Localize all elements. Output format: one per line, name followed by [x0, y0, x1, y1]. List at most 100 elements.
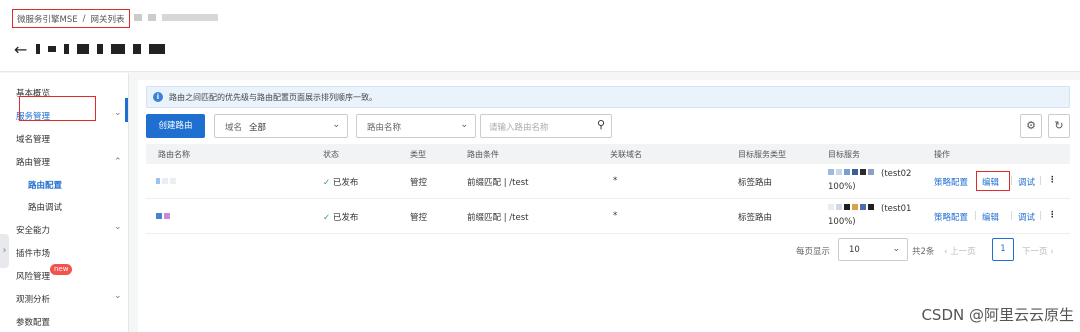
target-service-weight: 100%): [828, 182, 856, 192]
chevron-down-icon[interactable]: ⌄: [114, 108, 122, 118]
status-cell: ✓ 已发布: [323, 176, 358, 188]
domain-select[interactable]: 域名 全部 ⌄: [214, 114, 348, 138]
column-header: 路由条件: [467, 150, 499, 159]
info-icon: i: [153, 92, 163, 102]
column-header: 关联域名: [610, 150, 642, 159]
per-page-value: 10: [849, 245, 860, 255]
sidebar-item-domain-management[interactable]: 域名管理: [16, 133, 50, 145]
toolbar: 创建路由 域名 全部 ⌄ 路由名称 ⌄ 请输入路由名称 ⚲ ⚙ ↻: [146, 114, 1070, 138]
more-icon[interactable]: ⋮: [1048, 210, 1057, 220]
active-indicator: [125, 98, 128, 122]
chevron-down-icon[interactable]: ⌄: [114, 291, 122, 301]
condition-cell: 前缀匹配 | /test: [467, 178, 529, 188]
sidebar-item-route-config[interactable]: 路由配置: [28, 179, 62, 191]
search-input[interactable]: 请输入路由名称 ⚲: [480, 114, 612, 138]
breadcrumb-separator: /: [82, 13, 86, 24]
target-service-redacted: [828, 204, 874, 210]
per-page-select[interactable]: 10 ⌄: [838, 238, 908, 261]
condition-cell: 前缀匹配 | /test: [467, 213, 529, 223]
target-service-suffix: (test02: [881, 169, 912, 179]
edit-link[interactable]: 编辑: [982, 211, 999, 223]
action-divider: |: [1039, 176, 1042, 186]
search-icon[interactable]: ⚲: [597, 118, 605, 131]
target-service-weight: 100%): [828, 217, 856, 227]
table-row: ✓ 已发布 管控 前缀匹配 | /test * 标签路由 (test02 100…: [146, 164, 1070, 199]
column-header: 目标服务: [828, 150, 860, 159]
chevron-down-icon: ⌄: [892, 244, 900, 254]
notice-text: 路由之间匹配的优先级与路由配置页面展示排列顺序一致。: [169, 93, 377, 102]
page-title-redacted: [36, 40, 246, 58]
sidebar-item-observability[interactable]: 观测分析: [16, 293, 50, 305]
column-header: 目标服务类型: [738, 150, 786, 159]
info-notice: i 路由之间匹配的优先级与路由配置页面展示排列顺序一致。: [146, 86, 1070, 108]
page-header: 微服务引擎MSE / 网关列表 ←: [0, 0, 1080, 72]
chevron-down-icon: ⌄: [332, 120, 340, 130]
next-page-button[interactable]: 下一页 ›: [1022, 245, 1054, 257]
domain-cell: *: [613, 176, 618, 186]
sidebar-item-plugin-market[interactable]: 插件市场: [16, 247, 50, 259]
column-header: 类型: [410, 150, 426, 159]
sidebar-item-risk-management[interactable]: 风险管理: [16, 270, 50, 282]
column-header: 状态: [323, 150, 339, 159]
per-page-label: 每页显示: [796, 247, 831, 257]
route-name-redacted[interactable]: [156, 178, 176, 184]
sidebar-item-route-management[interactable]: 路由管理: [16, 156, 50, 168]
route-name-redacted[interactable]: [156, 213, 170, 219]
target-type-cell: 标签路由: [738, 178, 773, 188]
status-cell: ✓ 已发布: [323, 211, 358, 223]
target-service-redacted: [828, 169, 874, 175]
search-field-select[interactable]: 路由名称 ⌄: [356, 114, 476, 138]
sidebar-item-security[interactable]: 安全能力: [16, 224, 50, 236]
target-service-suffix: (test01: [881, 204, 912, 214]
edit-link[interactable]: 编辑: [982, 176, 999, 188]
action-divider: |: [1010, 176, 1013, 186]
policy-config-link[interactable]: 策略配置: [934, 211, 968, 223]
next-page-label: 下一页: [1022, 247, 1048, 257]
highlight-box: [19, 96, 96, 121]
new-badge: new: [50, 264, 73, 275]
page-number-current[interactable]: 1: [992, 238, 1014, 261]
refresh-icon[interactable]: ↻: [1048, 114, 1070, 138]
column-header: 路由名称: [158, 150, 190, 159]
watermark: CSDN @阿里云云原生: [921, 306, 1074, 324]
more-icon[interactable]: ⋮: [1048, 175, 1057, 185]
search-field-value: 路由名称: [367, 123, 402, 133]
gear-icon[interactable]: ⚙: [1020, 114, 1042, 138]
main-content: i 路由之间匹配的优先级与路由配置页面展示排列顺序一致。 创建路由 域名 全部 …: [138, 80, 1080, 332]
search-placeholder: 请输入路由名称: [489, 123, 549, 133]
prev-page-button[interactable]: ‹ 上一页: [944, 245, 976, 257]
breadcrumb: 微服务引擎MSE / 网关列表: [12, 9, 130, 28]
action-divider: |: [1010, 211, 1013, 221]
sidebar-item-parameters[interactable]: 参数配置: [16, 316, 50, 328]
type-cell: 管控: [410, 213, 428, 223]
policy-config-link[interactable]: 策略配置: [934, 176, 968, 188]
debug-link[interactable]: 调试: [1018, 176, 1035, 188]
check-icon: ✓: [323, 213, 331, 223]
chevron-down-icon: ⌄: [460, 120, 468, 130]
domain-value: 全部: [249, 123, 267, 133]
chevron-right-icon[interactable]: ›: [0, 234, 9, 268]
prev-page-label: 上一页: [950, 247, 976, 257]
type-cell: 管控: [410, 178, 428, 188]
debug-link[interactable]: 调试: [1018, 211, 1035, 223]
target-type-cell: 标签路由: [738, 213, 773, 223]
breadcrumb-root[interactable]: 微服务引擎MSE: [17, 13, 78, 25]
table-header: 路由名称 状态 类型 路由条件 关联域名 目标服务类型 目标服务 操作: [146, 144, 1070, 164]
arrow-left-icon[interactable]: ←: [14, 40, 27, 59]
sidebar-item-route-debug[interactable]: 路由调试: [28, 201, 62, 213]
chevron-down-icon[interactable]: ⌄: [114, 222, 122, 232]
domain-label: 域名: [225, 123, 243, 133]
action-divider: |: [1039, 211, 1042, 221]
total-count: 共2条: [912, 247, 935, 257]
pagination: 每页显示 10 ⌄ 共2条 ‹ 上一页 1 下一页 ›: [146, 238, 1070, 262]
breadcrumb-current[interactable]: 网关列表: [90, 13, 124, 25]
status-text: 已发布: [332, 178, 359, 188]
action-divider: |: [974, 211, 977, 221]
status-text: 已发布: [332, 213, 359, 223]
check-icon: ✓: [323, 178, 331, 188]
domain-cell: *: [613, 211, 618, 221]
column-header: 操作: [934, 150, 950, 159]
create-route-button[interactable]: 创建路由: [146, 114, 205, 138]
chevron-up-icon[interactable]: ⌃: [114, 157, 122, 167]
breadcrumb-redacted: [134, 14, 218, 21]
